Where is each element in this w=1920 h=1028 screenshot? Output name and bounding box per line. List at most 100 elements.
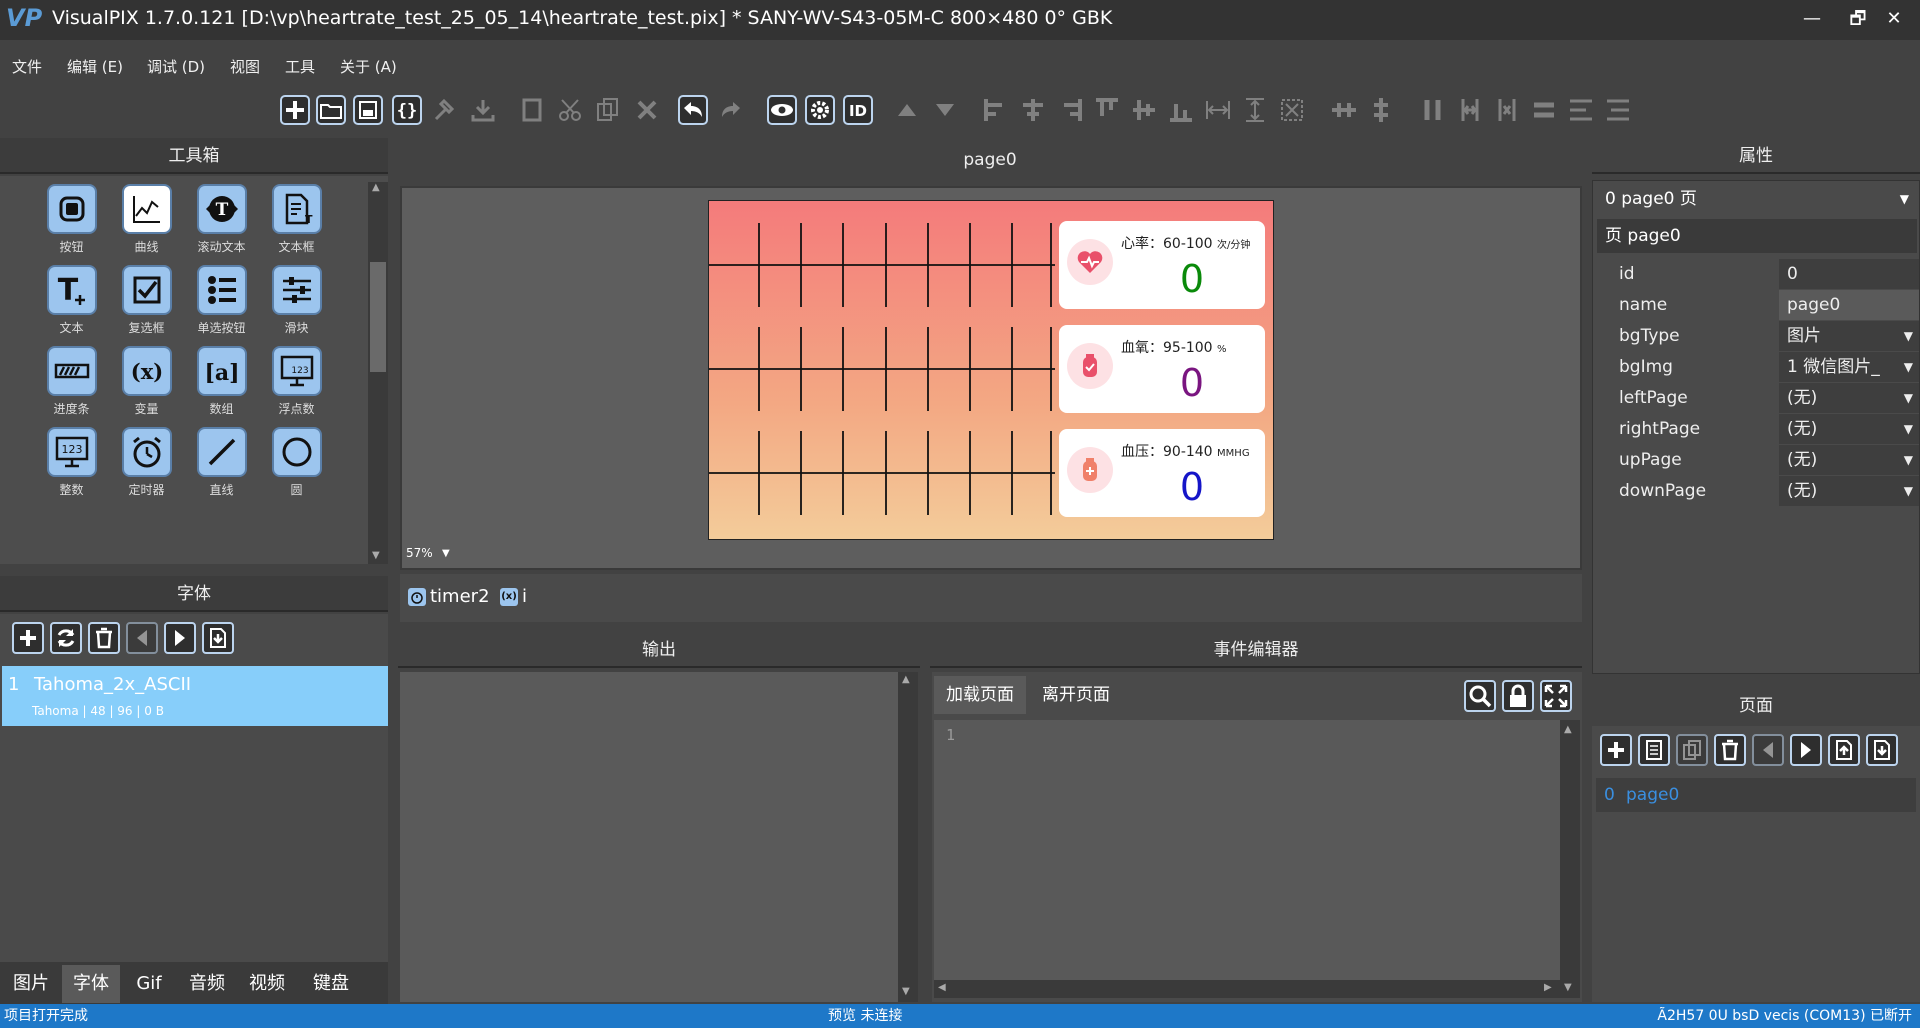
build-icon[interactable] [428, 92, 462, 128]
delete-page-icon[interactable] [1714, 734, 1746, 766]
distribute-columns-icon[interactable] [1416, 92, 1450, 128]
page-icon[interactable] [515, 92, 549, 128]
chevron-down-icon[interactable]: ▼ [1904, 352, 1913, 382]
property-value[interactable]: (无) [1779, 476, 1919, 506]
id-icon[interactable]: ID [841, 92, 875, 128]
tool-integer[interactable]: 123 整数 [34, 427, 109, 498]
scroll-up-icon[interactable]: ▲ [1564, 724, 1572, 735]
align-top-icon[interactable] [1090, 92, 1124, 128]
refresh-font-icon[interactable] [50, 622, 82, 654]
preview-eye-icon[interactable] [765, 92, 799, 128]
property-row-bgimg[interactable]: bgImg 1 微信图片_ ▼ [1597, 352, 1919, 383]
tool-variable[interactable]: (x) 变量 [109, 346, 184, 417]
paste-page-icon[interactable] [1676, 734, 1708, 766]
tool-curve[interactable]: 曲线 [109, 184, 184, 255]
tab-load-page[interactable]: 加载页面 [934, 676, 1026, 714]
tool-timer[interactable]: 定时器 [109, 427, 184, 498]
add-page-icon[interactable] [1600, 734, 1632, 766]
tool-checkbox[interactable]: 复选框 [109, 265, 184, 336]
object-selector[interactable]: 0 page0 页 ▼ [1597, 183, 1917, 215]
align-left-icon[interactable] [979, 92, 1013, 128]
center-horizontal-icon[interactable] [1327, 92, 1361, 128]
tab-audio[interactable]: 音频 [180, 965, 234, 1003]
tool-scroll-text[interactable]: T 滚动文本 [184, 184, 259, 255]
redo-icon[interactable] [714, 92, 748, 128]
distribute-spacing-icon[interactable] [1490, 92, 1524, 128]
chevron-down-icon[interactable]: ▼ [1904, 383, 1913, 413]
font-list-item[interactable]: 1 Tahoma_2x_ASCII Tahoma | 48 | 96 | 0 B [2, 666, 388, 726]
restore-button[interactable]: 🗗 [1844, 6, 1872, 32]
property-row-rightpage[interactable]: rightPage (无) ▼ [1597, 414, 1919, 445]
code-editor[interactable]: 1 [934, 720, 1560, 980]
lock-icon[interactable] [1502, 680, 1534, 712]
menu-debug[interactable]: 调试 (D) [147, 56, 205, 77]
download-icon[interactable] [466, 92, 500, 128]
page-previous-icon[interactable] [1752, 734, 1784, 766]
property-value[interactable]: 0 [1779, 259, 1919, 289]
menu-file[interactable]: 文件 [12, 56, 42, 77]
scroll-down-icon[interactable]: ▼ [372, 550, 380, 561]
toolbox-scrollbar[interactable]: ▲ ▼ [368, 182, 388, 564]
tab-gif[interactable]: Gif [124, 965, 174, 1003]
distribute-vertical-icon[interactable] [1564, 92, 1598, 128]
move-up-icon[interactable] [890, 92, 924, 128]
close-button[interactable]: ✕ [1880, 6, 1908, 32]
tool-slider[interactable]: 滑块 [259, 265, 334, 336]
minimize-button[interactable]: — [1798, 6, 1826, 32]
page-next-icon[interactable] [1790, 734, 1822, 766]
tool-float[interactable]: 123 浮点数 [259, 346, 334, 417]
property-row-leftpage[interactable]: leftPage (无) ▼ [1597, 383, 1919, 414]
object-timer2[interactable]: timer2 [408, 586, 490, 607]
property-row-bgtype[interactable]: bgType 图片 ▼ [1597, 321, 1919, 352]
copy-icon[interactable] [591, 92, 625, 128]
tab-fonts[interactable]: 字体 [62, 965, 120, 1003]
move-down-icon[interactable] [928, 92, 962, 128]
align-right-icon[interactable] [1053, 92, 1087, 128]
property-row-uppage[interactable]: upPage (无) ▼ [1597, 445, 1919, 476]
property-value[interactable]: (无) [1779, 445, 1919, 475]
scroll-down-icon[interactable]: ▼ [1564, 982, 1572, 993]
property-row-name[interactable]: name page0 [1597, 290, 1919, 321]
import-font-icon[interactable] [202, 622, 234, 654]
page-list-item[interactable]: 0 page0 [1596, 778, 1916, 812]
property-row-id[interactable]: id 0 [1597, 259, 1919, 290]
output-scrollbar[interactable]: ▲ ▼ [898, 672, 918, 1002]
center-vertical-icon[interactable] [1364, 92, 1398, 128]
tab-video[interactable]: 视频 [240, 965, 294, 1003]
open-folder-icon[interactable] [314, 92, 348, 128]
menu-edit[interactable]: 编辑 (E) [67, 56, 123, 77]
scroll-down-icon[interactable]: ▼ [902, 986, 910, 997]
distribute-vspacing-icon[interactable] [1601, 92, 1635, 128]
search-icon[interactable] [1464, 680, 1496, 712]
property-value[interactable]: (无) [1779, 414, 1919, 444]
property-value[interactable]: (无) [1779, 383, 1919, 413]
scroll-up-icon[interactable]: ▲ [372, 182, 380, 193]
chevron-down-icon[interactable]: ▼ [1904, 445, 1913, 475]
chevron-down-icon[interactable]: ▼ [1904, 414, 1913, 444]
same-height-icon[interactable] [1238, 92, 1272, 128]
design-canvas[interactable]: 心率：60-100 次/分钟 0 血氧：95-100 % 0 血压：90-140… [400, 186, 1582, 570]
fullscreen-icon[interactable] [1540, 680, 1572, 712]
distribute-horizontal-icon[interactable] [1453, 92, 1487, 128]
tool-textbox[interactable]: T 文本框 [259, 184, 334, 255]
align-bottom-icon[interactable] [1164, 92, 1198, 128]
export-page-icon[interactable] [1828, 734, 1860, 766]
blood-pressure-card[interactable]: 血压：90-140 MMHG 0 [1059, 429, 1265, 517]
align-center-icon[interactable] [1016, 92, 1050, 128]
scroll-thumb[interactable] [370, 262, 386, 372]
editor-hscrollbar[interactable]: ◀ ▶ [934, 980, 1560, 998]
align-middle-icon[interactable] [1127, 92, 1161, 128]
zoom-level[interactable]: 57% [406, 546, 433, 560]
same-width-icon[interactable] [1201, 92, 1235, 128]
new-icon[interactable] [278, 92, 312, 128]
tool-array[interactable]: [a] 数组 [184, 346, 259, 417]
tab-images[interactable]: 图片 [4, 965, 58, 1003]
scroll-right-icon[interactable]: ▶ [1544, 982, 1552, 993]
duplicate-page-icon[interactable] [1638, 734, 1670, 766]
tab-leave-page[interactable]: 离开页面 [1030, 676, 1122, 714]
scroll-up-icon[interactable]: ▲ [902, 674, 910, 685]
property-value[interactable]: 1 微信图片_ [1779, 352, 1919, 382]
chevron-down-icon[interactable]: ▼ [1904, 476, 1913, 506]
same-size-icon[interactable] [1275, 92, 1309, 128]
object-i[interactable]: (x) i [500, 586, 527, 607]
